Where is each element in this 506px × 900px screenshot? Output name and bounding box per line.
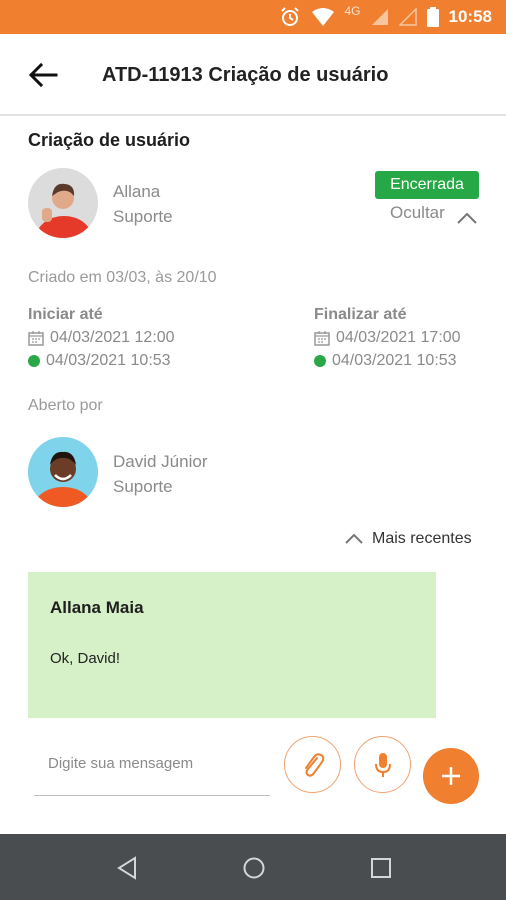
status-dot-icon <box>28 355 40 367</box>
opener-name: David Júnior <box>113 452 208 471</box>
opener-avatar <box>28 437 98 507</box>
battery-icon <box>426 7 439 27</box>
finish-planned-date: 04/03/2021 17:00 <box>336 329 461 346</box>
add-button[interactable] <box>423 748 479 804</box>
start-label: Iniciar até <box>28 306 103 323</box>
finish-label: Finalizar até <box>314 306 407 323</box>
back-arrow-icon[interactable] <box>26 58 60 92</box>
message-input[interactable] <box>34 732 270 796</box>
recents-square-icon[interactable] <box>370 857 392 879</box>
network-type-label: 4G <box>344 4 361 18</box>
back-triangle-icon[interactable] <box>116 856 138 880</box>
status-badge: Encerrada <box>375 171 479 199</box>
message-card: Allana Maia Ok, David! <box>28 572 436 718</box>
alarm-icon <box>280 7 299 26</box>
start-actual-row: 04/03/2021 10:53 <box>28 352 171 370</box>
plus-icon <box>442 767 460 785</box>
page-title: ATD-11913 Criação de usuário <box>102 64 389 86</box>
finish-actual-row: 04/03/2021 10:53 <box>314 352 457 370</box>
assignee-role: Suporte <box>113 207 173 226</box>
signal-empty-icon <box>398 8 417 26</box>
microphone-button[interactable] <box>354 736 411 793</box>
home-circle-icon[interactable] <box>242 856 266 880</box>
created-date: Criado em 03/03, às 20/10 <box>28 269 217 286</box>
chevron-up-icon[interactable] <box>456 210 478 226</box>
start-planned-date: 04/03/2021 12:00 <box>50 329 175 346</box>
calendar-icon <box>314 331 330 346</box>
opened-by-label: Aberto por <box>28 397 103 414</box>
message-body: Ok, David! <box>50 650 121 667</box>
signal-icon <box>371 9 388 25</box>
ticket-title: Criação de usuário <box>28 130 191 150</box>
finish-actual-date: 04/03/2021 10:53 <box>332 352 457 369</box>
finish-planned-row: 04/03/2021 17:00 <box>314 329 461 347</box>
microphone-icon <box>374 752 391 777</box>
system-navigation-bar <box>0 834 506 900</box>
hide-details-toggle[interactable]: Ocultar <box>390 203 445 223</box>
status-dot-icon <box>314 355 326 367</box>
assignee-avatar <box>28 168 98 238</box>
calendar-icon <box>28 331 44 346</box>
app-bar: ATD-11913 Criação de usuário <box>0 34 506 116</box>
chevron-up-icon <box>345 533 363 544</box>
status-icons: 4G 10:58 <box>279 4 492 28</box>
sort-label: Mais recentes <box>372 530 472 547</box>
message-author: Allana Maia <box>50 598 144 617</box>
sort-toggle[interactable]: Mais recentes <box>344 530 472 548</box>
status-bar: 4G 10:58 <box>0 0 506 34</box>
wifi-icon <box>311 8 334 26</box>
status-time: 10:58 <box>448 7 492 26</box>
start-planned-row: 04/03/2021 12:00 <box>28 329 175 347</box>
assignee-name: Allana <box>113 182 161 201</box>
attach-button[interactable] <box>284 736 341 793</box>
paperclip-icon <box>304 752 324 777</box>
opener-role: Suporte <box>113 477 173 496</box>
start-actual-date: 04/03/2021 10:53 <box>46 352 171 369</box>
